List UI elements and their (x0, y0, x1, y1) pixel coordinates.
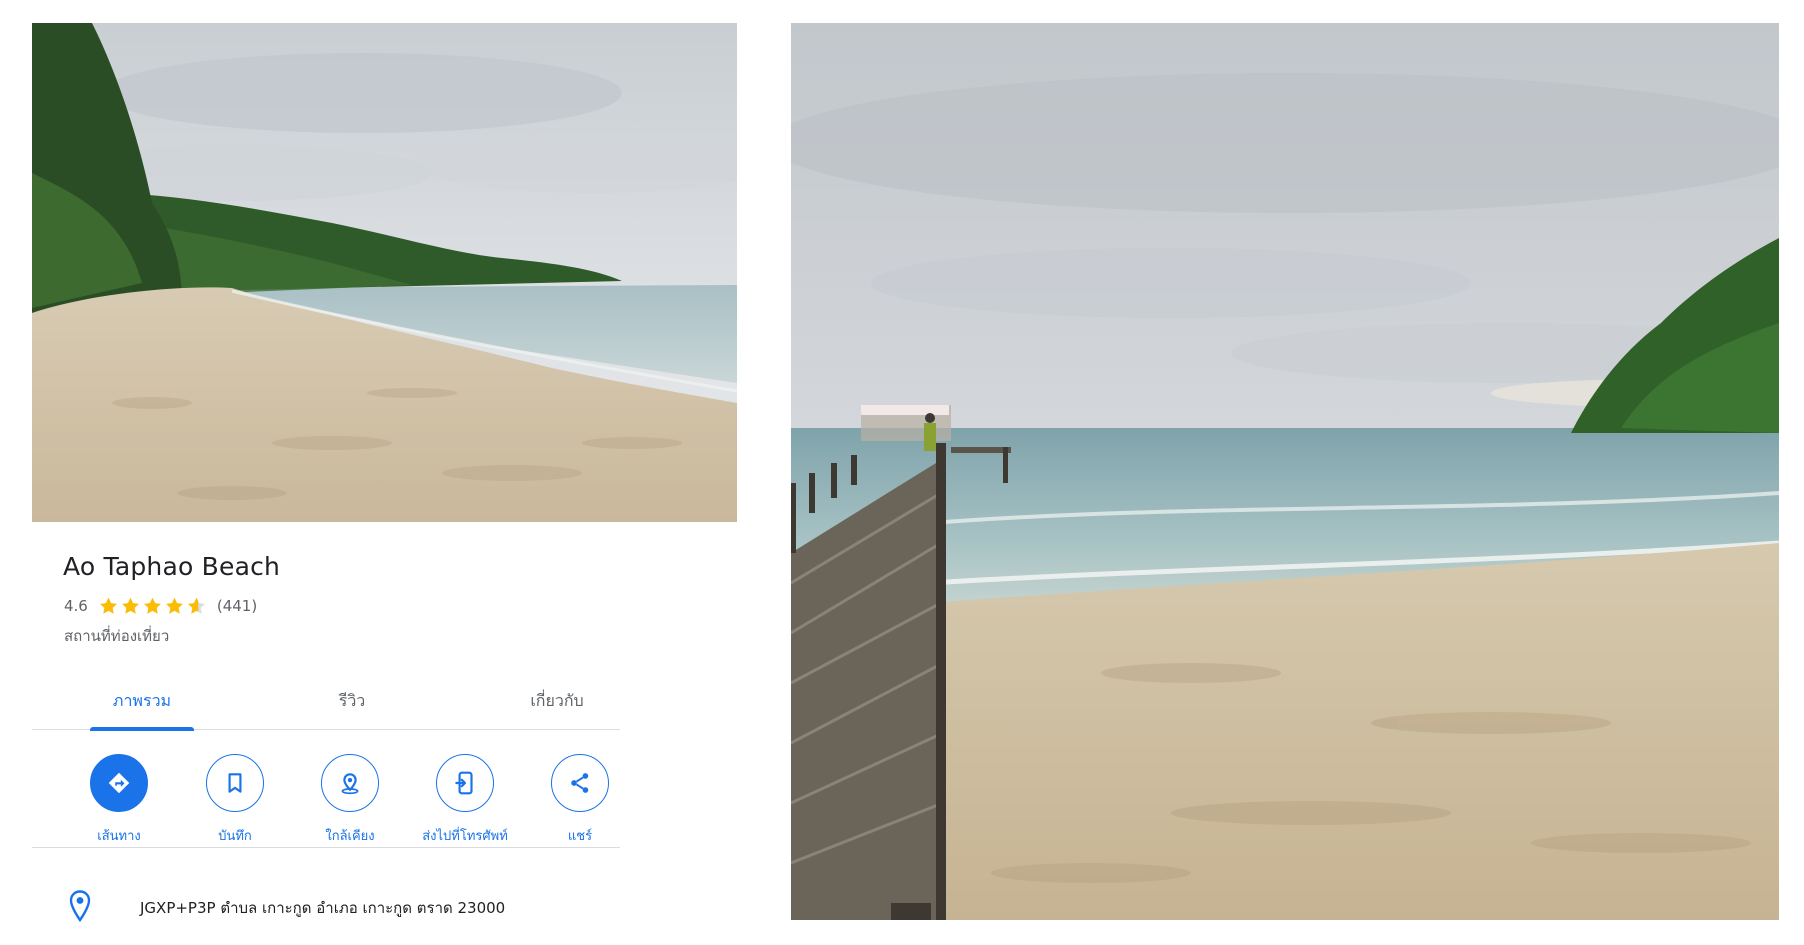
save-button-circle (206, 754, 264, 812)
nearby-label: ใกล้เคียง (325, 829, 375, 844)
pier-photo (791, 23, 1779, 920)
directions-label: เส้นทาง (97, 829, 141, 844)
directions-button[interactable]: เส้นทาง (64, 754, 174, 846)
star-icon (120, 596, 141, 616)
place-card: Ao Taphao Beach 4.6 (441) สถานที่ท่องเที… (32, 522, 620, 942)
send-to-phone-label: ส่งไปที่โทรศัพท์ (422, 829, 508, 844)
share-icon (571, 773, 589, 793)
active-tab-indicator (90, 727, 194, 731)
address-row[interactable]: JGXP+P3P ตำบล เกาะกูด อำเภอ เกาะกูด ตราด… (32, 886, 620, 926)
nearby-button-circle (321, 754, 379, 812)
tab-overview[interactable]: ภาพรวม (90, 672, 194, 731)
tab-label: รีวิว (338, 690, 366, 710)
share-label: แชร์ (567, 829, 593, 844)
star-half-icon (186, 596, 207, 616)
tab-bar: ภาพรวม รีวิว เกี่ยวกับ (32, 672, 620, 731)
place-title: Ao Taphao Beach (63, 552, 281, 581)
tab-reviews[interactable]: รีวิว (302, 672, 402, 730)
star-icon (164, 596, 185, 616)
beach-photo (32, 23, 737, 522)
save-label: บันทึก (218, 829, 252, 844)
place-category[interactable]: สถานที่ท่องเที่ยว (64, 624, 169, 648)
rating-value: 4.6 (64, 597, 88, 615)
place-hero-photo[interactable] (32, 23, 737, 522)
share-button[interactable]: แชร์ (525, 754, 635, 846)
nearby-icon (341, 773, 359, 795)
send-to-phone-icon (455, 771, 473, 795)
star-icon (142, 596, 163, 616)
address-text: JGXP+P3P ตำบล เกาะกูด อำเภอ เกาะกูด ตราด… (140, 899, 506, 917)
rating-stars (98, 596, 207, 616)
send-to-phone-button[interactable]: ส่งไปที่โทรศัพท์ (410, 754, 520, 846)
rating-row: 4.6 (441) (64, 596, 257, 616)
star-icon (98, 596, 119, 616)
save-button[interactable]: บันทึก (180, 754, 290, 846)
directions-icon (108, 772, 130, 794)
nearby-button[interactable]: ใกล้เคียง (295, 754, 405, 846)
beach-pier-photo[interactable] (791, 23, 1779, 920)
location-pin-icon (69, 890, 91, 923)
review-count[interactable]: (441) (217, 597, 257, 615)
send-to-phone-button-circle (436, 754, 494, 812)
tab-about[interactable]: เกี่ยวกับ (502, 672, 612, 730)
tab-label: ภาพรวม (112, 690, 172, 710)
bookmark-icon (228, 773, 242, 793)
directions-button-circle (90, 754, 148, 812)
share-button-circle (551, 754, 609, 812)
tab-label: เกี่ยวกับ (530, 690, 584, 710)
action-bar: เส้นทาง บันทึก ใกล้เคียง ส่งไปที่โทรศัพท… (32, 754, 620, 848)
